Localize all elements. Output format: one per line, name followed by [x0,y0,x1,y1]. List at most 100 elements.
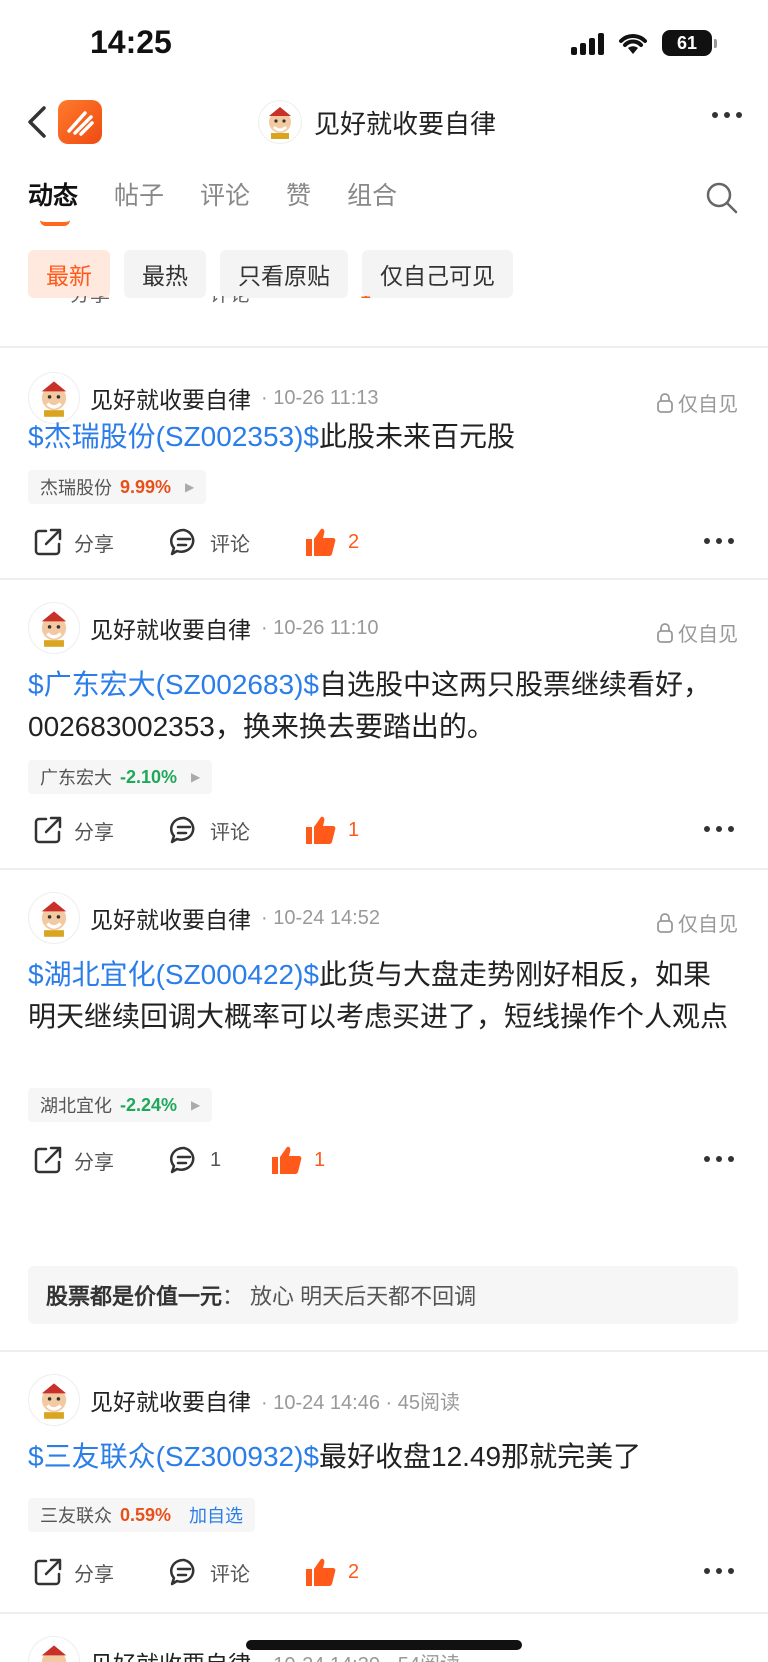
stock-link[interactable]: $三友联众(SZ300932)$ [28,1441,319,1472]
comment-icon [169,1146,195,1174]
like-button[interactable]: 2 [304,526,359,558]
filter-chips: 最新 最热 只看原贴 仅自己可见 [28,250,513,298]
tab-comments[interactable]: 评论 [200,176,250,212]
comment-button[interactable]: 评论 [168,814,304,846]
filter-latest[interactable]: 最新 [28,250,110,298]
page-title: 见好就收要自律 [314,108,497,139]
post-meta: · 10-26 11:10 [261,616,379,639]
post-item: 见好就收要自律 · 10-24 14:30 · 54阅读 [0,1614,768,1662]
post-meta: · 10-24 14:52 [261,906,380,929]
post-item: 见好就收要自律 · 10-26 11:10 仅自见 $广东宏大(SZ002683… [0,580,768,870]
stock-link[interactable]: $广东宏大(SZ002683)$ [28,669,319,700]
share-button[interactable]: 分享 [32,814,168,846]
post-content[interactable]: $三友联众(SZ300932)$最好收盘12.49那就完美了 [28,1436,738,1478]
post-actions: 分享 评论 2 [32,522,738,562]
post-item: 见好就收要自律 · 10-24 14:46 · 45阅读 $三友联众(SZ300… [0,1352,768,1614]
avatar[interactable] [28,1374,80,1426]
chevron-right-icon: ▶ [191,770,201,784]
avatar[interactable] [28,892,80,944]
more-icon[interactable] [704,538,734,544]
search-icon[interactable] [704,180,740,216]
avatar [258,100,302,144]
status-icons: 61 [571,30,717,56]
thumbs-up-icon [272,1146,302,1174]
more-icon[interactable] [704,1568,734,1574]
stock-tag[interactable]: 三友联众 0.59% 加自选 [28,1498,256,1532]
header: 见好就收要自律 [0,90,768,156]
signal-icon [571,31,604,55]
stock-tag[interactable]: 杰瑞股份 9.99% ▶ [28,470,207,504]
status-time: 14:25 [90,24,172,60]
visibility-badge: 仅自见 [656,388,738,417]
like-button[interactable]: 1 [304,814,359,846]
status-bar: 14:25 61 [0,0,768,90]
stock-link[interactable]: $杰瑞股份(SZ002353)$ [28,421,319,452]
profile-tabs: 动态 帖子 评论 赞 组合 [28,176,397,226]
comment-button[interactable]: 评论 [168,1556,304,1588]
filter-hot[interactable]: 最热 [124,250,206,298]
stock-tag[interactable]: 广东宏大 -2.10% ▶ [28,760,213,794]
avatar[interactable] [28,602,80,654]
post-content[interactable]: $湖北宜化(SZ000422)$此货与大盘走势刚好相反，如果明天继续回调大概率可… [28,954,738,1038]
comment-icon [169,1558,195,1586]
share-icon [34,1146,62,1174]
comment-button[interactable]: 1 [168,1144,270,1176]
post-author[interactable]: 见好就收要自律 [90,1383,251,1417]
tab-dynamics[interactable]: 动态 [28,176,78,226]
back-icon[interactable] [22,102,52,142]
header-profile: 见好就收要自律 [258,100,496,144]
filter-original-only[interactable]: 只看原贴 [220,250,348,298]
like-button[interactable]: 2 [304,1556,359,1588]
post-author[interactable]: 见好就收要自律 [90,901,251,935]
more-icon[interactable] [704,826,734,832]
post-header: 见好就收要自律 · 10-26 11:10 [28,602,379,654]
stock-tag[interactable]: 湖北宜化 -2.24% ▶ [28,1088,213,1122]
comment-preview[interactable]: 股票都是价值一元： 放心 明天后天都不回调 [28,1266,738,1324]
post-actions: 分享 评论 2 [32,1552,738,1592]
share-icon [34,816,62,844]
share-button[interactable]: 分享 [32,1144,168,1176]
post-author[interactable]: 见好就收要自律 [90,611,251,645]
filter-private-only[interactable]: 仅自己可见 [362,250,513,298]
post-meta: · 10-26 11:13 [261,386,379,409]
post-header: 见好就收要自律 · 10-24 14:46 · 45阅读 [28,1374,460,1426]
chevron-right-icon: ▶ [191,1098,201,1112]
comment-button[interactable]: 评论 [210,296,250,307]
like-count[interactable]: 1 [360,296,371,304]
post-content[interactable]: $杰瑞股份(SZ002353)$此股未来百元股 [28,416,738,458]
tab-likes[interactable]: 赞 [286,176,311,212]
wifi-icon [619,34,647,54]
thumbs-up-icon [306,816,336,844]
partial-action-row: 分享 评论 1 [0,296,768,348]
post-author[interactable]: 见好就收要自律 [90,381,251,415]
like-button[interactable]: 1 [270,1144,325,1176]
thumbs-up-icon [306,1558,336,1586]
comment-icon [169,816,195,844]
post-content[interactable]: $广东宏大(SZ002683)$自选股中这两只股票继续看好，0026830023… [28,664,738,748]
comment-button[interactable]: 评论 [168,526,304,558]
share-button[interactable]: 分享 [32,526,168,558]
lock-icon [657,622,673,643]
comment-author[interactable]: 股票都是价值一元 [46,1279,222,1311]
battery-icon: 61 [662,30,717,56]
tab-portfolio[interactable]: 组合 [347,176,397,212]
add-watchlist-button[interactable]: 加自选 [189,1502,243,1528]
post-author[interactable]: 见好就收要自律 [90,1645,251,1662]
more-icon[interactable] [712,112,742,118]
post-item: 见好就收要自律 · 10-26 11:13 仅自见 $杰瑞股份(SZ002353… [0,350,768,580]
post-meta: · 10-24 14:46 · 45阅读 [261,1391,460,1414]
lock-icon [657,912,673,933]
share-icon [34,528,62,556]
avatar[interactable] [28,1636,80,1662]
share-button[interactable]: 分享 [32,1556,168,1588]
post-actions: 分享 1 1 [32,1140,738,1180]
comment-icon [169,528,195,556]
post-header: 见好就收要自律 · 10-24 14:52 [28,892,380,944]
stock-link[interactable]: $湖北宜化(SZ000422)$ [28,959,319,990]
tab-posts[interactable]: 帖子 [114,176,164,212]
app-logo-icon[interactable] [58,100,102,144]
thumbs-up-icon [306,528,336,556]
home-indicator [246,1640,522,1650]
share-button[interactable]: 分享 [70,296,110,307]
more-icon[interactable] [704,1156,734,1162]
